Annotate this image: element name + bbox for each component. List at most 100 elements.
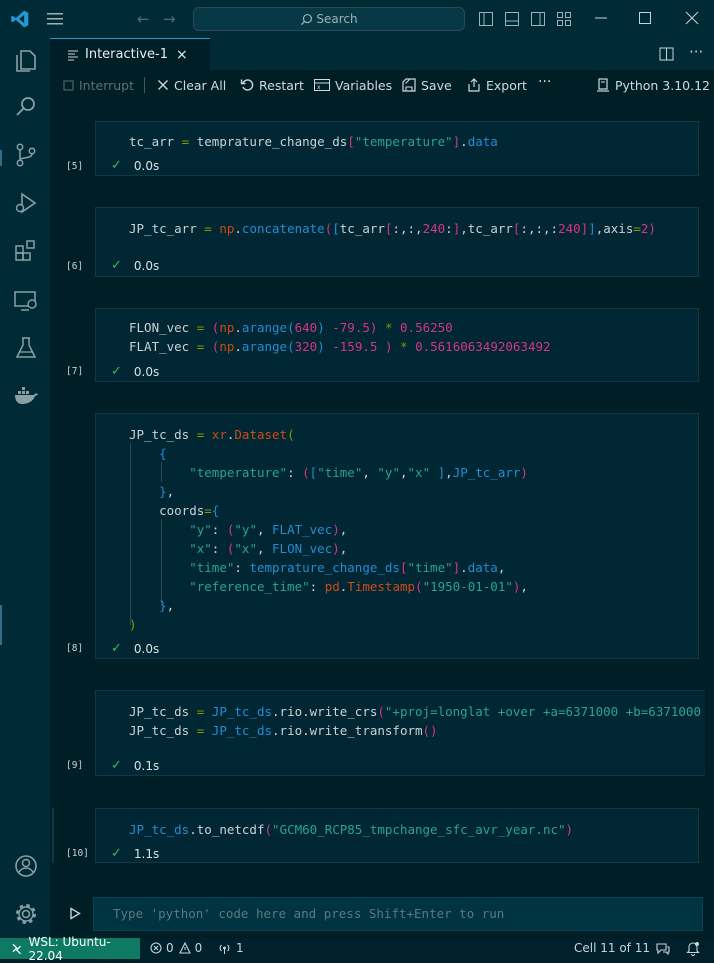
toggle-secondary-sidebar-icon[interactable] — [530, 11, 546, 27]
toggle-panel-icon[interactable] — [504, 11, 520, 27]
variables-label: Variables — [335, 77, 393, 93]
extensions-icon[interactable] — [13, 238, 39, 264]
restart-label: Restart — [259, 77, 304, 93]
problems-indicator[interactable]: 0 0 — [150, 941, 202, 955]
run-input-icon[interactable] — [69, 907, 81, 920]
notebook-cell[interactable]: [7] FLON_vec = (np.arange(640) -79.5) * … — [66, 308, 699, 382]
kernel-label: Python 3.10.12 — [615, 77, 711, 93]
remote-explorer-icon[interactable] — [13, 288, 39, 314]
settings-gear-icon[interactable] — [13, 901, 39, 927]
customize-layout-icon[interactable] — [556, 11, 572, 27]
toolbar-more-button[interactable]: ··· — [538, 73, 551, 91]
notebook-cell[interactable]: [6] JP_tc_arr = np.concatenate([tc_arr[:… — [66, 207, 699, 277]
clear-all-label: Clear All — [174, 77, 227, 93]
success-check-icon: ✓ — [111, 364, 122, 379]
export-label: Export — [486, 77, 527, 93]
interrupt-label: Interrupt — [79, 77, 135, 93]
cell-code[interactable]: FLON_vec = (np.arange(640) -79.5) * 0.56… — [129, 318, 551, 356]
tab-close-icon[interactable]: × — [176, 47, 188, 63]
feedback-icon[interactable] — [656, 942, 670, 955]
tab-interactive-1[interactable]: Interactive-1 × — [50, 38, 210, 70]
save-label: Save — [421, 77, 452, 93]
search-icon[interactable] — [13, 94, 39, 120]
command-center-search[interactable]: Search — [193, 7, 465, 31]
notebook-cell[interactable]: [10] JP_tc_ds.to_netcdf("GCM60_RCP85_tmp… — [66, 808, 699, 863]
notebook-cell[interactable]: [8] JP_tc_ds = xr.Dataset( { "temperatur… — [66, 413, 699, 659]
account-icon[interactable] — [13, 853, 39, 879]
cell-status: ✓ 1.1s — [111, 846, 159, 861]
save-button[interactable]: Save — [402, 76, 452, 94]
cell-code[interactable]: JP_tc_arr = np.concatenate([tc_arr[:,:,2… — [129, 219, 656, 238]
notebook-cell[interactable]: [5] tc_arr = tempratu​re_change_ds["temp… — [66, 121, 699, 176]
maximize-icon[interactable] — [637, 10, 653, 26]
search-placeholder: Search — [316, 12, 358, 26]
execution-count: [5] — [66, 161, 84, 172]
notebook-cell[interactable]: [9] JP_tc_ds = JP_tc_ds.rio.write_crs("+… — [66, 690, 705, 776]
minimize-icon[interactable] — [593, 10, 609, 26]
cell-status: ✓ 0.0s — [111, 364, 159, 379]
execution-count: [6] — [66, 261, 84, 272]
cell-code[interactable]: JP_tc_ds.to_netcdf("GCM60_RCP85_tmpchang… — [129, 820, 573, 839]
toggle-primary-sidebar-icon[interactable] — [478, 11, 494, 27]
input-row: Type 'python' code here and press Shift+… — [50, 896, 714, 936]
forward-arrow-icon[interactable]: → — [163, 10, 176, 28]
editor-tab-bar: Interactive-1 × ··· — [50, 38, 714, 70]
svg-text:x: x — [317, 84, 321, 91]
cell-code[interactable]: JP_tc_ds = JP_tc_ds.rio.write_crs("+proj… — [129, 702, 705, 740]
kernel-picker[interactable]: Python 3.10.12 — [596, 76, 710, 94]
export-icon — [468, 78, 480, 92]
interrupt-button[interactable]: Interrupt — [63, 76, 134, 94]
variables-button[interactable]: x Variables — [314, 76, 392, 94]
interactive-window-icon — [68, 50, 78, 60]
success-check-icon: ✓ — [111, 258, 122, 273]
cell-duration: 0.0s — [133, 641, 160, 656]
export-button[interactable]: Export — [467, 76, 527, 94]
kernel-icon — [597, 78, 609, 92]
testing-icon[interactable] — [13, 335, 39, 361]
back-arrow-icon[interactable]: ← — [137, 10, 150, 28]
execution-count: [9] — [66, 760, 84, 771]
more-actions-icon[interactable]: ··· — [689, 43, 703, 61]
interactive-code-input[interactable]: Type 'python' code here and press Shift+… — [93, 897, 703, 931]
error-count: 0 — [166, 941, 174, 955]
restart-icon — [240, 79, 254, 91]
cell-duration: 0.1s — [133, 758, 160, 773]
ports-indicator[interactable]: 1 — [218, 941, 244, 955]
docker-icon[interactable] — [13, 382, 39, 408]
cell-code[interactable]: JP_tc_ds = xr.Dataset( { "temperature": … — [129, 425, 528, 634]
success-check-icon: ✓ — [111, 641, 122, 656]
title-bar: ← → Search — [0, 0, 714, 38]
toolbar-separator — [144, 77, 145, 93]
menu-icon[interactable] — [46, 11, 64, 27]
cell-position[interactable]: Cell 11 of 11 — [574, 941, 650, 955]
clear-all-button[interactable]: Clear All — [157, 76, 226, 94]
cell-status: ✓ 0.0s — [111, 641, 159, 656]
success-check-icon: ✓ — [111, 158, 122, 173]
cell-duration: 0.0s — [133, 258, 160, 273]
restart-button[interactable]: Restart — [240, 76, 304, 94]
variables-icon: x — [314, 79, 330, 91]
notifications-bell-icon[interactable] — [686, 941, 700, 956]
cell-duration: 1.1s — [133, 846, 160, 861]
broadcast-icon — [219, 944, 230, 954]
cell-code[interactable]: tc_arr = tempratu​re_change_ds["temperat… — [129, 132, 498, 151]
explorer-icon[interactable] — [13, 48, 39, 74]
remote-indicator[interactable]: WSL: Ubuntu-22.04 — [0, 935, 140, 963]
execution-count: [10] — [66, 848, 89, 859]
cell-status: ✓ 0.1s — [111, 758, 159, 773]
close-window-icon[interactable] — [684, 10, 700, 26]
status-bar: WSL: Ubuntu-22.04 0 0 1 Cell 11 of 11 — [0, 935, 714, 963]
run-debug-icon[interactable] — [13, 190, 39, 216]
clear-icon — [158, 80, 168, 90]
active-cell-marker — [52, 808, 54, 863]
edge-indicator — [0, 150, 2, 166]
source-control-icon[interactable] — [13, 142, 39, 168]
remote-icon — [12, 943, 21, 954]
more-label: ··· — [538, 74, 552, 90]
vscode-logo-icon — [11, 10, 29, 28]
execution-count: [8] — [66, 643, 84, 654]
error-icon — [150, 942, 162, 954]
split-editor-icon[interactable] — [659, 47, 674, 61]
save-icon — [402, 78, 416, 92]
edge-indicator — [0, 605, 2, 645]
